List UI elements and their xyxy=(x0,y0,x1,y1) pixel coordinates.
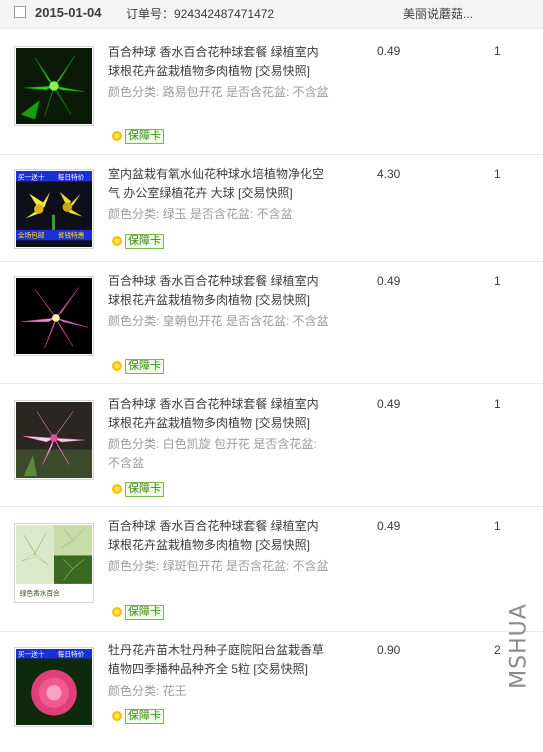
lily-photo-green-white: 绿色香水百合 xyxy=(16,525,92,601)
product-sku: 颜色分类: 绿斑包开花 是否含花盆: 不含盆 xyxy=(108,559,329,573)
promo-text: 省钱特惠 xyxy=(58,231,85,240)
unit-price: 0.49 xyxy=(377,519,401,533)
lily-photo-pink xyxy=(16,278,92,354)
guarantee-card-label: 保障卡 xyxy=(125,233,164,249)
product-sku: 颜色分类: 路易包开花 是否含花盆: 不含盆 xyxy=(108,85,329,99)
product-thumbnail[interactable]: 买一送十 每日特价 全场包邮 省钱特惠 xyxy=(14,169,94,249)
order-item-row: 买一送十 每日特价 牡丹花卉苗木牡丹种子庭院阳台盆栽香草植物四季播种品种齐全 5… xyxy=(0,632,543,752)
guarantee-sun-icon xyxy=(112,484,122,494)
quantity: 1 xyxy=(494,44,501,58)
order-number: 订单号：924342487471472 xyxy=(126,7,275,21)
lily-photo-white-pink xyxy=(16,402,92,478)
promo-text: 每日特价 xyxy=(58,173,85,182)
product-title-link[interactable]: 百合种球 香水百合花种球套餐 绿植室内球根花卉盆栽植物多肉植物 [交易快照] xyxy=(108,517,330,555)
unit-price: 4.30 xyxy=(377,167,401,181)
guarantee-sun-icon xyxy=(112,131,122,141)
select-order-checkbox[interactable] xyxy=(14,6,26,18)
watermark-text: MSHUA xyxy=(506,603,532,689)
product-sku: 颜色分类: 白色凯旋 包开花 是否含花盆: 不含盆 xyxy=(108,437,317,470)
guarantee-sun-icon xyxy=(112,236,122,246)
order-item-row: 买一送十 每日特价 全场包邮 省钱特惠 室内盆栽有氧水仙花种球水培植物净化空气 … xyxy=(0,155,543,262)
product-title-link[interactable]: 百合种球 香水百合花种球套餐 绿植室内球根花卉盆栽植物多肉植物 [交易快照] xyxy=(108,272,330,310)
narcissus-photo: 买一送十 每日特价 全场包邮 省钱特惠 xyxy=(16,171,92,247)
order-item-row: 百合种球 香水百合花种球套餐 绿植室内球根花卉盆栽植物多肉植物 [交易快照] 颜… xyxy=(0,384,543,507)
guarantee-card-label: 保障卡 xyxy=(125,604,164,620)
quantity: 1 xyxy=(494,167,501,181)
quantity: 1 xyxy=(494,397,501,411)
order-item-row: 百合种球 香水百合花种球套餐 绿植室内球根花卉盆栽植物多肉植物 [交易快照] 颜… xyxy=(0,29,543,155)
product-title-link[interactable]: 百合种球 香水百合花种球套餐 绿植室内球根花卉盆栽植物多肉植物 [交易快照] xyxy=(108,395,330,433)
product-thumbnail[interactable] xyxy=(14,400,94,480)
unit-price: 0.49 xyxy=(377,397,401,411)
product-thumbnail[interactable] xyxy=(14,46,94,126)
promo-text: 买一送十 xyxy=(18,173,45,182)
guarantee-card-label: 保障卡 xyxy=(125,481,164,497)
product-title-link[interactable]: 百合种球 香水百合花种球套餐 绿植室内球根花卉盆栽植物多肉植物 [交易快照] xyxy=(108,43,330,81)
guarantee-sun-icon xyxy=(112,361,122,371)
quantity: 2 xyxy=(494,643,501,657)
product-thumbnail[interactable]: 绿色香水百合 xyxy=(14,523,94,603)
order-date: 2015-01-04 xyxy=(35,5,102,20)
unit-price: 0.90 xyxy=(377,643,401,657)
unit-price: 0.49 xyxy=(377,44,401,58)
product-sku: 颜色分类: 绿玉 是否含花盆: 不含盆 xyxy=(108,207,293,221)
guarantee-card-badge[interactable]: 保障卡 xyxy=(110,604,164,620)
quantity: 1 xyxy=(494,274,501,288)
peony-photo: 买一送十 每日特价 xyxy=(16,649,92,725)
guarantee-card-badge[interactable]: 保障卡 xyxy=(110,128,164,144)
shop-name-link[interactable]: 美丽说蘑菇... xyxy=(403,5,473,22)
watermark: MSHUA xyxy=(505,591,533,701)
quantity: 1 xyxy=(494,519,501,533)
order-item-row: 绿色香水百合 百合种球 香水百合花种球套餐 绿植室内球根花卉盆栽植物多肉植物 [… xyxy=(0,507,543,632)
guarantee-sun-icon xyxy=(112,711,122,721)
product-thumbnail[interactable]: 买一送十 每日特价 xyxy=(14,647,94,727)
order-item-row: 百合种球 香水百合花种球套餐 绿植室内球根花卉盆栽植物多肉植物 [交易快照] 颜… xyxy=(0,262,543,384)
product-sku: 颜色分类: 皇朝包开花 是否含花盆: 不含盆 xyxy=(108,314,329,328)
promo-text: 买一送十 xyxy=(18,650,45,659)
promo-text: 每日特价 xyxy=(58,650,85,659)
product-title-link[interactable]: 牡丹花卉苗木牡丹种子庭院阳台盆栽香草植物四季播种品种齐全 5粒 [交易快照] xyxy=(108,641,330,679)
guarantee-card-badge[interactable]: 保障卡 xyxy=(110,358,164,374)
guarantee-card-label: 保障卡 xyxy=(125,358,164,374)
product-thumbnail[interactable] xyxy=(14,276,94,356)
guarantee-card-badge[interactable]: 保障卡 xyxy=(110,233,164,249)
promo-text: 全场包邮 xyxy=(18,231,45,240)
guarantee-card-badge[interactable]: 保障卡 xyxy=(110,708,164,724)
guarantee-card-label: 保障卡 xyxy=(125,128,164,144)
order-header: 2015-01-04 订单号：924342487471472 美丽说蘑菇... xyxy=(0,0,543,29)
guarantee-card-badge[interactable]: 保障卡 xyxy=(110,481,164,497)
thumb-caption: 绿色香水百合 xyxy=(20,588,60,597)
unit-price: 0.49 xyxy=(377,274,401,288)
lily-photo-green xyxy=(16,48,92,124)
product-sku: 颜色分类: 花王 xyxy=(108,684,187,698)
guarantee-sun-icon xyxy=(112,607,122,617)
product-title-link[interactable]: 室内盆栽有氧水仙花种球水培植物净化空气 办公室绿植花卉 大球 [交易快照] xyxy=(108,165,330,203)
guarantee-card-label: 保障卡 xyxy=(125,708,164,724)
